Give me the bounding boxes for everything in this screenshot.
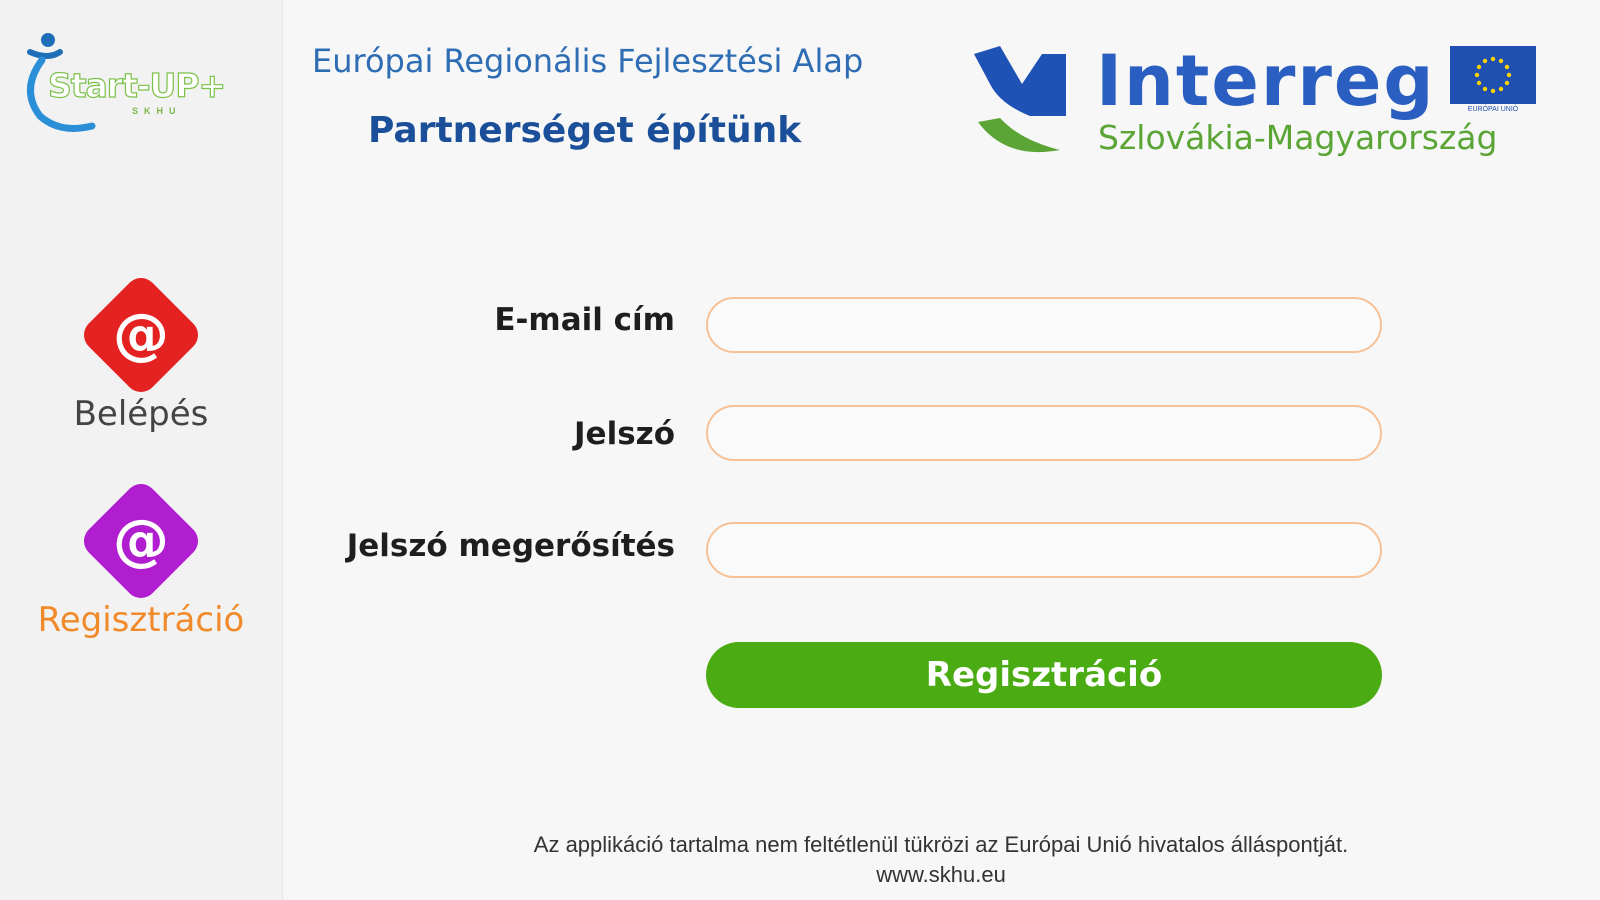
password-confirm-field[interactable]: [706, 522, 1382, 578]
password-label: Jelszó: [574, 416, 675, 452]
email-field[interactable]: [706, 297, 1382, 353]
sidebar-item-label: Regisztráció: [37, 600, 245, 640]
logo-wordmark: Start-UP+: [47, 65, 226, 105]
password-confirm-label: Jelszó megerősítés: [346, 528, 675, 564]
interreg-logo: Interreg Szlovákia-Magyarország EURÓPAI …: [970, 40, 1570, 170]
fund-title: Európai Regionális Fejlesztési Alap: [312, 42, 864, 80]
startup-logo: Start-UP+ SKHU: [20, 30, 265, 140]
sidebar-item-register[interactable]: @ Regisztráció: [0, 477, 282, 640]
disclaimer-text: Az applikáció tartalma nem feltétlenül t…: [533, 832, 1349, 857]
login-diamond: @: [77, 271, 205, 399]
partnership-slogan: Partnerséget építünk: [368, 110, 802, 151]
register-diamond: @: [77, 477, 205, 605]
eu-caption: EURÓPAI UNIÓ: [1467, 106, 1519, 113]
interreg-subtitle: Szlovákia-Magyarország: [1098, 118, 1498, 157]
footer-link[interactable]: www.skhu.eu: [282, 860, 1600, 890]
sidebar: Start-UP+ SKHU @ Belépés @ Regisztráció: [0, 0, 283, 900]
footer: Az applikáció tartalma nem feltétlenül t…: [282, 830, 1600, 890]
interreg-title: Interreg: [1096, 40, 1436, 122]
eu-flag-icon: [1450, 46, 1536, 104]
sidebar-item-label: Belépés: [73, 394, 209, 434]
logo-subword: SKHU: [132, 106, 182, 116]
at-icon: @: [113, 508, 169, 573]
at-icon: @: [113, 302, 169, 367]
email-label: E-mail cím: [494, 302, 675, 338]
password-field[interactable]: [706, 405, 1382, 461]
interreg-emblem-icon: [974, 46, 1066, 153]
sidebar-item-login[interactable]: @ Belépés: [0, 271, 282, 434]
register-button[interactable]: Regisztráció: [706, 642, 1382, 708]
page: Start-UP+ SKHU @ Belépés @ Regisztráció …: [0, 0, 1600, 900]
